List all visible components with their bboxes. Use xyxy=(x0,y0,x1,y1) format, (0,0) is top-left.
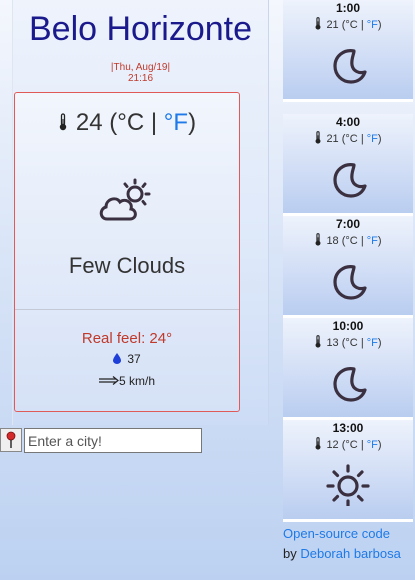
city-name: Belo Horizonte xyxy=(28,10,252,48)
thermometer-icon xyxy=(315,437,321,450)
weather-card-top: 24 (°C | °F) Few Clouds xyxy=(15,93,239,310)
few-clouds-icon xyxy=(99,178,151,221)
author-link[interactable]: Deborah barbosa xyxy=(300,546,400,561)
forecast-fahrenheit[interactable]: °F xyxy=(367,235,378,247)
wind-icon xyxy=(98,376,119,385)
forecast-temp-value: 21 xyxy=(326,19,339,31)
wind: 5 km/h xyxy=(15,374,239,388)
by-text: by xyxy=(283,546,301,561)
date-time: |Thu, Aug/19| 21:16 xyxy=(13,62,268,84)
celsius-unit[interactable]: (°C xyxy=(109,109,144,136)
footer: Open-source code by Deborah barbosa xyxy=(283,524,401,564)
current-weather-panel: Belo Horizonte |Thu, Aug/19| 21:16 24 (°… xyxy=(12,0,269,425)
forecast-celsius[interactable]: (°C xyxy=(342,235,358,247)
unit-separator: | xyxy=(144,109,164,136)
moon-icon xyxy=(333,49,367,84)
forecast-temp: 18 (°C | °F) xyxy=(283,233,413,247)
forecast-temp-value: 18 xyxy=(326,235,339,247)
forecast-time: 1:00 xyxy=(335,1,361,15)
forecast-celsius[interactable]: (°C xyxy=(342,439,358,451)
forecast-unit-close: ) xyxy=(377,133,382,145)
moon-icon xyxy=(333,163,367,198)
forecast-unit-close: ) xyxy=(377,19,382,31)
wind-value: 5 km/h xyxy=(118,374,155,388)
forecast-fahrenheit[interactable]: °F xyxy=(367,133,378,145)
thermometer-icon xyxy=(59,113,67,131)
forecast-celsius[interactable]: (°C xyxy=(342,337,358,349)
forecast-unit-sep: | xyxy=(357,235,367,247)
thermometer-icon xyxy=(315,335,321,348)
humidity-value: 37 xyxy=(127,352,141,366)
forecast-slot: 4:00 21 (°C | °F) xyxy=(283,114,413,216)
temp-value: 24 xyxy=(75,109,103,136)
weather-card: 24 (°C | °F) Few Clouds Real feel: 24° 3… xyxy=(14,92,240,412)
forecast-time: 13:00 xyxy=(332,421,364,435)
forecast-unit-close: ) xyxy=(377,439,382,451)
pin-icon xyxy=(6,431,16,448)
forecast-time: 7:00 xyxy=(335,217,361,231)
forecast-unit-sep: | xyxy=(357,19,367,31)
forecast-slot: 10:00 13 (°C | °F) xyxy=(283,318,413,420)
forecast-slot: 13:00 12 (°C | °F) xyxy=(283,420,413,522)
forecast-time: 10:00 xyxy=(332,319,364,333)
sun-icon xyxy=(326,464,370,506)
thermometer-icon xyxy=(315,17,321,30)
forecast-celsius[interactable]: (°C xyxy=(342,19,358,31)
forecast-temp: 12 (°C | °F) xyxy=(283,437,413,451)
forecast-temp-value: 12 xyxy=(326,439,339,451)
fahrenheit-link[interactable]: °F xyxy=(164,109,188,136)
forecast-slot: 1:00 21 (°C | °F) xyxy=(283,0,413,102)
forecast-temp: 13 (°C | °F) xyxy=(283,335,413,349)
forecast-celsius[interactable]: (°C xyxy=(342,133,358,145)
real-feel: Real feel: 24° xyxy=(81,330,173,347)
forecast-unit-sep: | xyxy=(357,133,367,145)
forecast-time: 4:00 xyxy=(335,115,361,129)
forecast-fahrenheit[interactable]: °F xyxy=(367,19,378,31)
forecast-unit-close: ) xyxy=(377,337,382,349)
condition-text: Few Clouds xyxy=(68,253,186,278)
forecast-unit-sep: | xyxy=(357,337,367,349)
forecast-unit-sep: | xyxy=(357,439,367,451)
current-temperature: 24 (°C | °F) xyxy=(15,109,239,137)
forecast-fahrenheit[interactable]: °F xyxy=(367,337,378,349)
forecast-temp-value: 13 xyxy=(326,337,339,349)
humidity: 37 xyxy=(15,352,239,366)
date-text: |Thu, Aug/19| xyxy=(110,62,171,73)
unit-close: ) xyxy=(188,109,197,136)
forecast-temp-value: 21 xyxy=(326,133,339,145)
moon-icon xyxy=(333,367,367,402)
thermometer-icon xyxy=(315,233,321,246)
forecast-unit-close: ) xyxy=(377,235,382,247)
forecast-slot: 7:00 18 (°C | °F) xyxy=(283,216,413,318)
droplet-icon xyxy=(113,353,122,364)
city-search-input[interactable] xyxy=(24,428,202,453)
location-button[interactable] xyxy=(0,428,22,452)
thermometer-icon xyxy=(315,131,321,144)
moon-icon xyxy=(333,265,367,300)
forecast-temp: 21 (°C | °F) xyxy=(283,131,413,145)
open-source-link[interactable]: Open-source code xyxy=(283,526,390,541)
time-text: 21:16 xyxy=(127,73,154,84)
forecast-temp: 21 (°C | °F) xyxy=(283,17,413,31)
forecast-fahrenheit[interactable]: °F xyxy=(367,439,378,451)
